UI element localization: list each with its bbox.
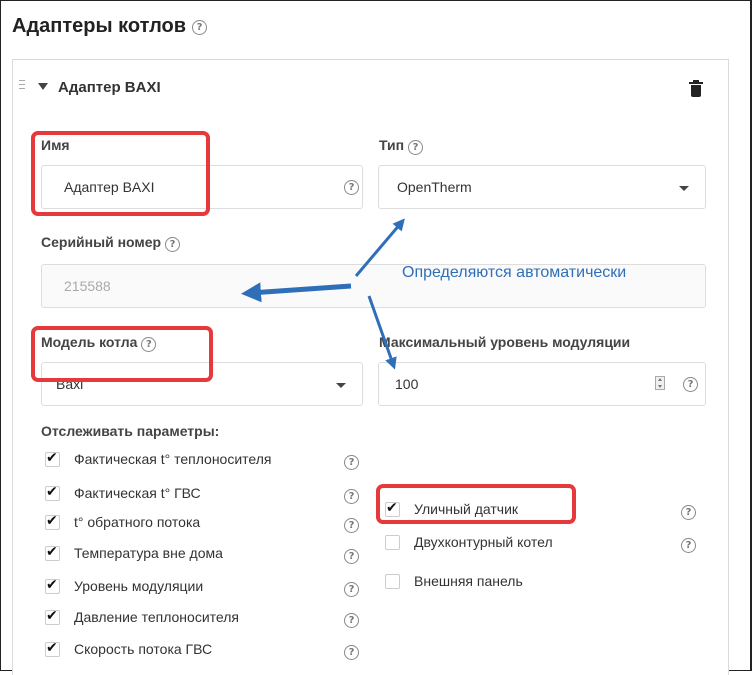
screenshot-frame: Адаптеры котлов? Адаптер BAXI Имя Адапте… bbox=[0, 0, 752, 675]
highlight-street-sensor bbox=[376, 484, 576, 524]
highlight-name bbox=[31, 131, 210, 216]
highlight-model bbox=[31, 326, 213, 382]
